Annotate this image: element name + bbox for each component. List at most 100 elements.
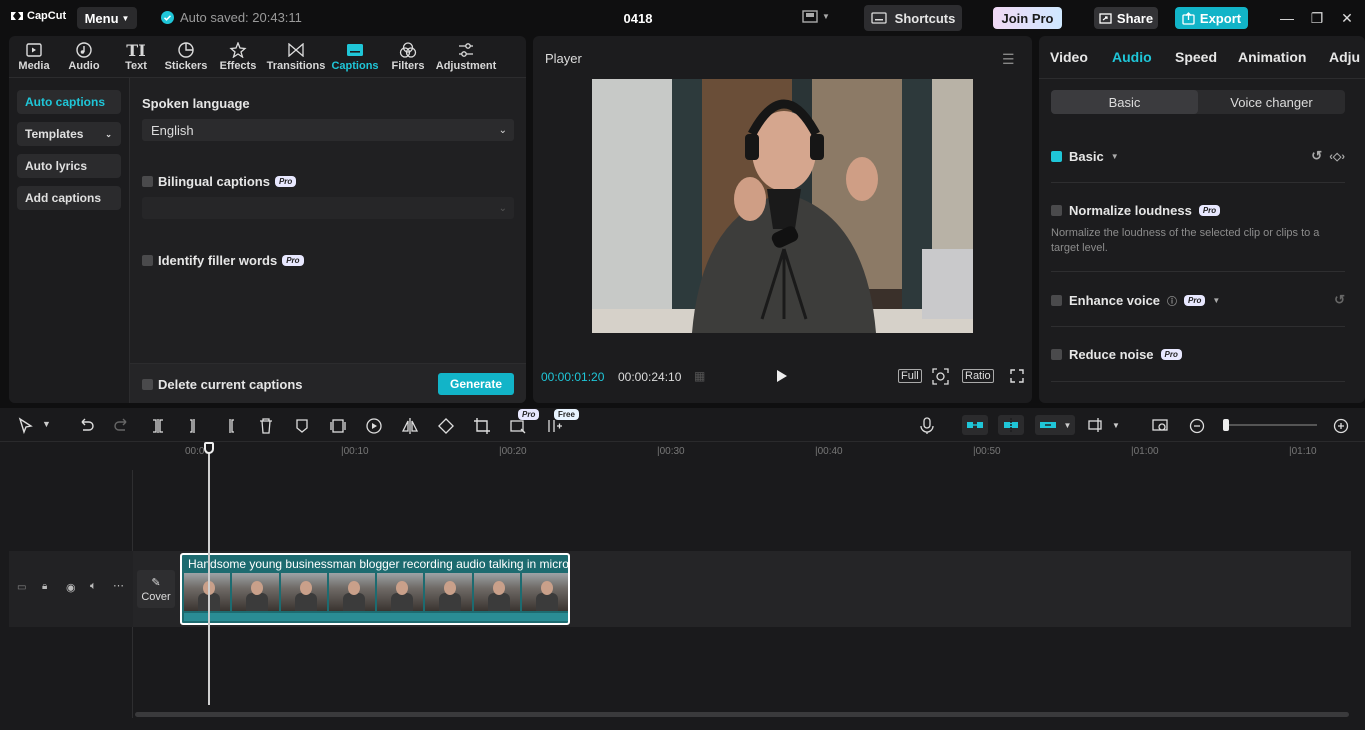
bilingual-checkbox[interactable] [142,176,153,187]
delete-captions-checkbox[interactable] [142,379,153,390]
split-right-icon[interactable] [221,417,239,435]
zoom-slider-handle[interactable] [1223,419,1229,431]
basic-checkbox[interactable] [1051,150,1062,162]
zoom-in-icon[interactable] [1332,417,1350,435]
redo-icon[interactable] [113,417,131,435]
generate-button[interactable]: Generate [438,373,514,395]
select-cursor-icon[interactable] [17,417,35,435]
tab-filters[interactable]: Filters [391,40,425,76]
tab-animation[interactable]: Animation [1238,49,1306,65]
tab-effects[interactable]: Effects [218,40,258,76]
subtab-basic[interactable]: Basic [1051,90,1198,114]
stickers-icon [178,42,194,58]
split-icon[interactable] [149,417,167,435]
track-video-icon[interactable]: ▭ [17,582,26,593]
tab-audio[interactable]: Audio [67,40,101,76]
maximize-icon[interactable]: ❐ [1308,9,1326,27]
undo-icon[interactable] [77,417,95,435]
normalize-checkbox[interactable] [1051,205,1062,216]
close-icon[interactable]: ✕ [1338,9,1356,27]
reset-icon[interactable]: ↺ [1334,292,1345,308]
main-track-magnet-button[interactable] [962,415,988,435]
sidenav-auto-lyrics[interactable]: Auto lyrics [17,154,121,178]
tab-stickers[interactable]: Stickers [165,40,207,76]
reverse-icon[interactable] [365,417,383,435]
preview-axis-button[interactable]: ▼ [1088,417,1120,433]
cover-button[interactable]: ✎ Cover [137,570,175,608]
share-button[interactable]: Share [1094,7,1158,29]
reduce-noise-checkbox[interactable] [1051,349,1062,360]
sidenav-templates[interactable]: Templates ⌄ [17,122,121,146]
focus-icon[interactable] [932,368,949,385]
project-title[interactable]: 0418 [600,11,676,26]
chevron-down-icon[interactable]: ▼ [42,419,51,429]
minimize-icon[interactable]: — [1278,9,1296,27]
join-pro-button[interactable]: Join Pro [993,7,1062,29]
full-button[interactable]: Full [898,369,922,383]
layout-icon[interactable]: ▼ [802,10,830,23]
ratio-button[interactable]: Ratio [962,369,994,383]
language-select[interactable]: English ⌄ [142,119,514,141]
timeline-grid-icon[interactable]: ▦ [694,369,705,383]
tab-text[interactable]: TI Text [121,40,151,76]
fullscreen-icon[interactable] [1010,369,1024,383]
caret-down-icon[interactable]: ▼ [1212,296,1220,305]
tab-adjustment-props[interactable]: Adju [1329,49,1360,65]
menu-button[interactable]: Menu ▼ [77,7,137,29]
hamburger-icon[interactable]: ☰ [1002,51,1015,68]
tab-audio-props[interactable]: Audio [1112,49,1152,65]
clip-frame [377,573,424,611]
lock-icon[interactable]: 🔒︎ [42,581,47,592]
reset-icon[interactable]: ↺ [1311,148,1322,164]
freeze-icon[interactable] [329,417,347,435]
export-button[interactable]: Export [1175,7,1248,29]
eye-icon[interactable]: ◉ [66,581,76,594]
tab-divider [1039,78,1365,79]
basic-label: Basic [1069,148,1104,164]
enhance-checkbox[interactable] [1051,294,1062,306]
playhead[interactable] [204,442,214,705]
video-clip[interactable]: Handsome young businessman blogger recor… [180,553,570,625]
chevron-down-icon: ▼ [121,13,130,23]
tab-adjustment[interactable]: Adjustment [436,40,496,76]
tab-speed[interactable]: Speed [1175,49,1217,65]
keyframe-icon[interactable]: ‹◇› [1329,150,1345,163]
playhead-handle[interactable] [204,442,214,454]
info-icon[interactable]: ⓘ [1167,293,1177,308]
chevron-down-icon: ⌄ [105,129,112,139]
shortcuts-button[interactable]: Shortcuts [864,5,962,31]
tool-tabs: Media Audio TI Text Stickers Effects Tra… [9,36,526,78]
subtab-voice-changer[interactable]: Voice changer [1198,90,1345,114]
timeline: ▼ Pro Free ▼ ▼ 00:00 |00:10 |00:20 |00:3… [0,408,1365,730]
tab-transitions[interactable]: Transitions [267,40,325,76]
export-icon [1182,11,1195,25]
normalize-label: Normalize loudness [1069,203,1192,218]
filler-words-checkbox[interactable] [142,255,153,266]
sidenav-add-captions[interactable]: Add captions [17,186,121,210]
mirror-icon[interactable] [401,417,419,435]
volume-icon[interactable]: 🔈︎ [90,580,97,593]
tab-video[interactable]: Video [1050,49,1088,65]
caret-down-icon[interactable]: ▼ [1111,152,1119,161]
split-left-icon[interactable] [185,417,203,435]
bilingual-select: ⌄ [142,197,514,219]
tab-media[interactable]: Media [17,40,51,76]
sidenav-auto-captions[interactable]: Auto captions [17,90,121,114]
linkage-button[interactable]: ▼ [1035,415,1075,435]
marker-icon[interactable] [293,417,311,435]
video-preview[interactable] [592,79,973,333]
delete-icon[interactable] [257,417,275,435]
timeline-ruler[interactable]: 00:00 |00:10 |00:20 |00:30 |00:40 |00:50… [133,442,1365,462]
filters-icon [399,42,417,58]
play-button[interactable] [776,369,788,383]
timeline-scrollbar[interactable] [135,712,1349,717]
microphone-icon[interactable] [918,417,936,435]
more-icon[interactable]: ⋯ [113,579,124,592]
auto-snap-button[interactable] [998,415,1024,435]
tab-captions[interactable]: Captions [331,40,379,76]
zoom-out-icon[interactable] [1188,417,1206,435]
zoom-slider[interactable] [1223,419,1317,431]
rotate-icon[interactable] [437,417,455,435]
zoom-fit-icon[interactable] [1151,417,1169,435]
crop-icon[interactable] [473,417,491,435]
